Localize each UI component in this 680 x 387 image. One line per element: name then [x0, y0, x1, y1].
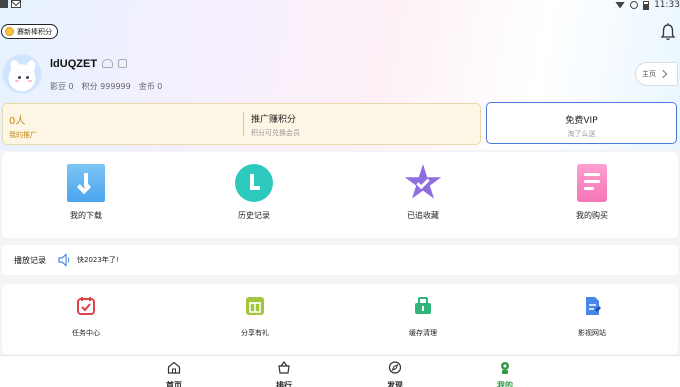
wifi-icon	[615, 1, 626, 9]
signal-icon	[630, 1, 639, 9]
bell-icon[interactable]	[660, 22, 676, 42]
favorite-star-icon	[404, 164, 442, 202]
stat-beans: 影豆 0	[50, 82, 74, 91]
homepage-label: 主页	[642, 70, 656, 78]
website-button[interactable]: 影视网站	[532, 296, 652, 338]
wing-badge-icon	[102, 59, 113, 68]
points-pill-label: 賽新棒积分	[17, 27, 52, 36]
notification-square-icon	[0, 0, 8, 8]
purchase-icon	[577, 164, 607, 202]
tab-profile-label: 我的	[497, 381, 513, 387]
earn-points-button[interactable]: 推广赚积分 积分可兑换会员	[251, 112, 300, 138]
avatar-face	[12, 69, 34, 89]
quick-label-history: 历史记录	[238, 211, 270, 220]
avatar-cheek-left	[15, 80, 19, 82]
user-badges	[102, 59, 127, 68]
bottom-tab-bar: 首页 排行 发现 我的	[0, 355, 680, 387]
quick-actions-panel: 我的下载 历史记录 已追收藏 我的购买	[2, 152, 678, 238]
username: ldUQZET	[50, 58, 98, 70]
cache-clean-icon	[415, 297, 431, 314]
invite-sub: 我的推广	[9, 131, 37, 139]
play-history-label: 播放记录	[14, 256, 46, 265]
history-icon	[235, 164, 273, 202]
status-bar: 11:33	[0, 0, 680, 12]
download-icon	[67, 164, 105, 202]
coin-icon	[5, 27, 14, 36]
speaker-icon	[58, 253, 70, 267]
my-purchases-button[interactable]: 我的购买	[532, 164, 652, 221]
homepage-button[interactable]: 主页	[635, 62, 678, 86]
play-history-text: 快2023年了!	[77, 256, 119, 264]
battery-icon	[643, 0, 650, 10]
user-stats: 影豆 0 积分 999999 金币 0	[50, 81, 162, 92]
gift-icon	[246, 297, 264, 315]
task-center-button[interactable]: 任务中心	[26, 296, 146, 338]
tab-home[interactable]: 首页	[144, 359, 204, 387]
tool-label-website: 影视网站	[578, 329, 606, 337]
discover-icon	[388, 361, 402, 374]
earn-title: 推广赚积分	[251, 115, 297, 125]
history-button[interactable]: 历史记录	[194, 164, 314, 221]
tab-ranking-label: 排行	[276, 381, 292, 387]
quick-label-purchases: 我的购买	[576, 211, 608, 220]
level-badge-icon	[118, 59, 127, 68]
tab-home-label: 首页	[166, 381, 182, 387]
stat-points: 积分 999999	[81, 82, 131, 91]
mail-icon	[11, 0, 21, 8]
share-gift-button[interactable]: 分享有礼	[195, 296, 315, 338]
tools-panel: 任务中心 分享有礼 缓存清理 影视网站	[2, 284, 678, 354]
my-downloads-button[interactable]: 我的下载	[26, 164, 146, 221]
promo-divider	[243, 112, 244, 136]
play-history-bar[interactable]: 播放记录 快2023年了!	[2, 245, 678, 275]
vip-title: 免费VIP	[565, 116, 598, 126]
tab-ranking[interactable]: 排行	[254, 359, 314, 387]
profile-icon	[501, 362, 509, 374]
vip-sub: 淘了么送	[567, 130, 596, 138]
stat-coins: 金币 0	[138, 82, 163, 91]
website-icon	[586, 297, 601, 315]
promo-card: 0人 我的推广 推广赚积分 积分可兑换会员	[2, 103, 481, 145]
home-icon	[167, 361, 181, 374]
earn-sub: 积分可兑换会员	[251, 129, 300, 137]
invite-count: 0人	[9, 116, 26, 127]
chevron-right-icon	[658, 69, 668, 79]
free-vip-button[interactable]: 免费VIP 淘了么送	[486, 102, 677, 144]
points-pill-button[interactable]: 賽新棒积分	[1, 24, 58, 39]
tab-discover[interactable]: 发现	[365, 359, 425, 387]
avatar-eye-left	[18, 76, 21, 79]
avatar-cheek-right	[28, 80, 32, 82]
avatar-eye-right	[26, 76, 29, 79]
ranking-icon	[278, 361, 290, 374]
my-promotion-button[interactable]: 0人 我的推广	[9, 112, 37, 140]
tool-label-task-center: 任务中心	[72, 329, 100, 337]
task-center-icon	[77, 297, 95, 315]
cache-clean-button[interactable]: 缓存清理	[363, 296, 483, 338]
tool-label-cache-clean: 缓存清理	[409, 329, 437, 337]
tab-discover-label: 发现	[387, 381, 403, 387]
quick-label-downloads: 我的下载	[70, 211, 102, 220]
favorites-button[interactable]: 已追收藏	[363, 164, 483, 221]
tool-label-share-gift: 分享有礼	[241, 329, 269, 337]
avatar[interactable]	[2, 54, 42, 94]
tab-profile[interactable]: 我的	[475, 359, 535, 387]
quick-label-favorites: 已追收藏	[407, 211, 439, 220]
status-time: 11:33	[654, 0, 680, 10]
